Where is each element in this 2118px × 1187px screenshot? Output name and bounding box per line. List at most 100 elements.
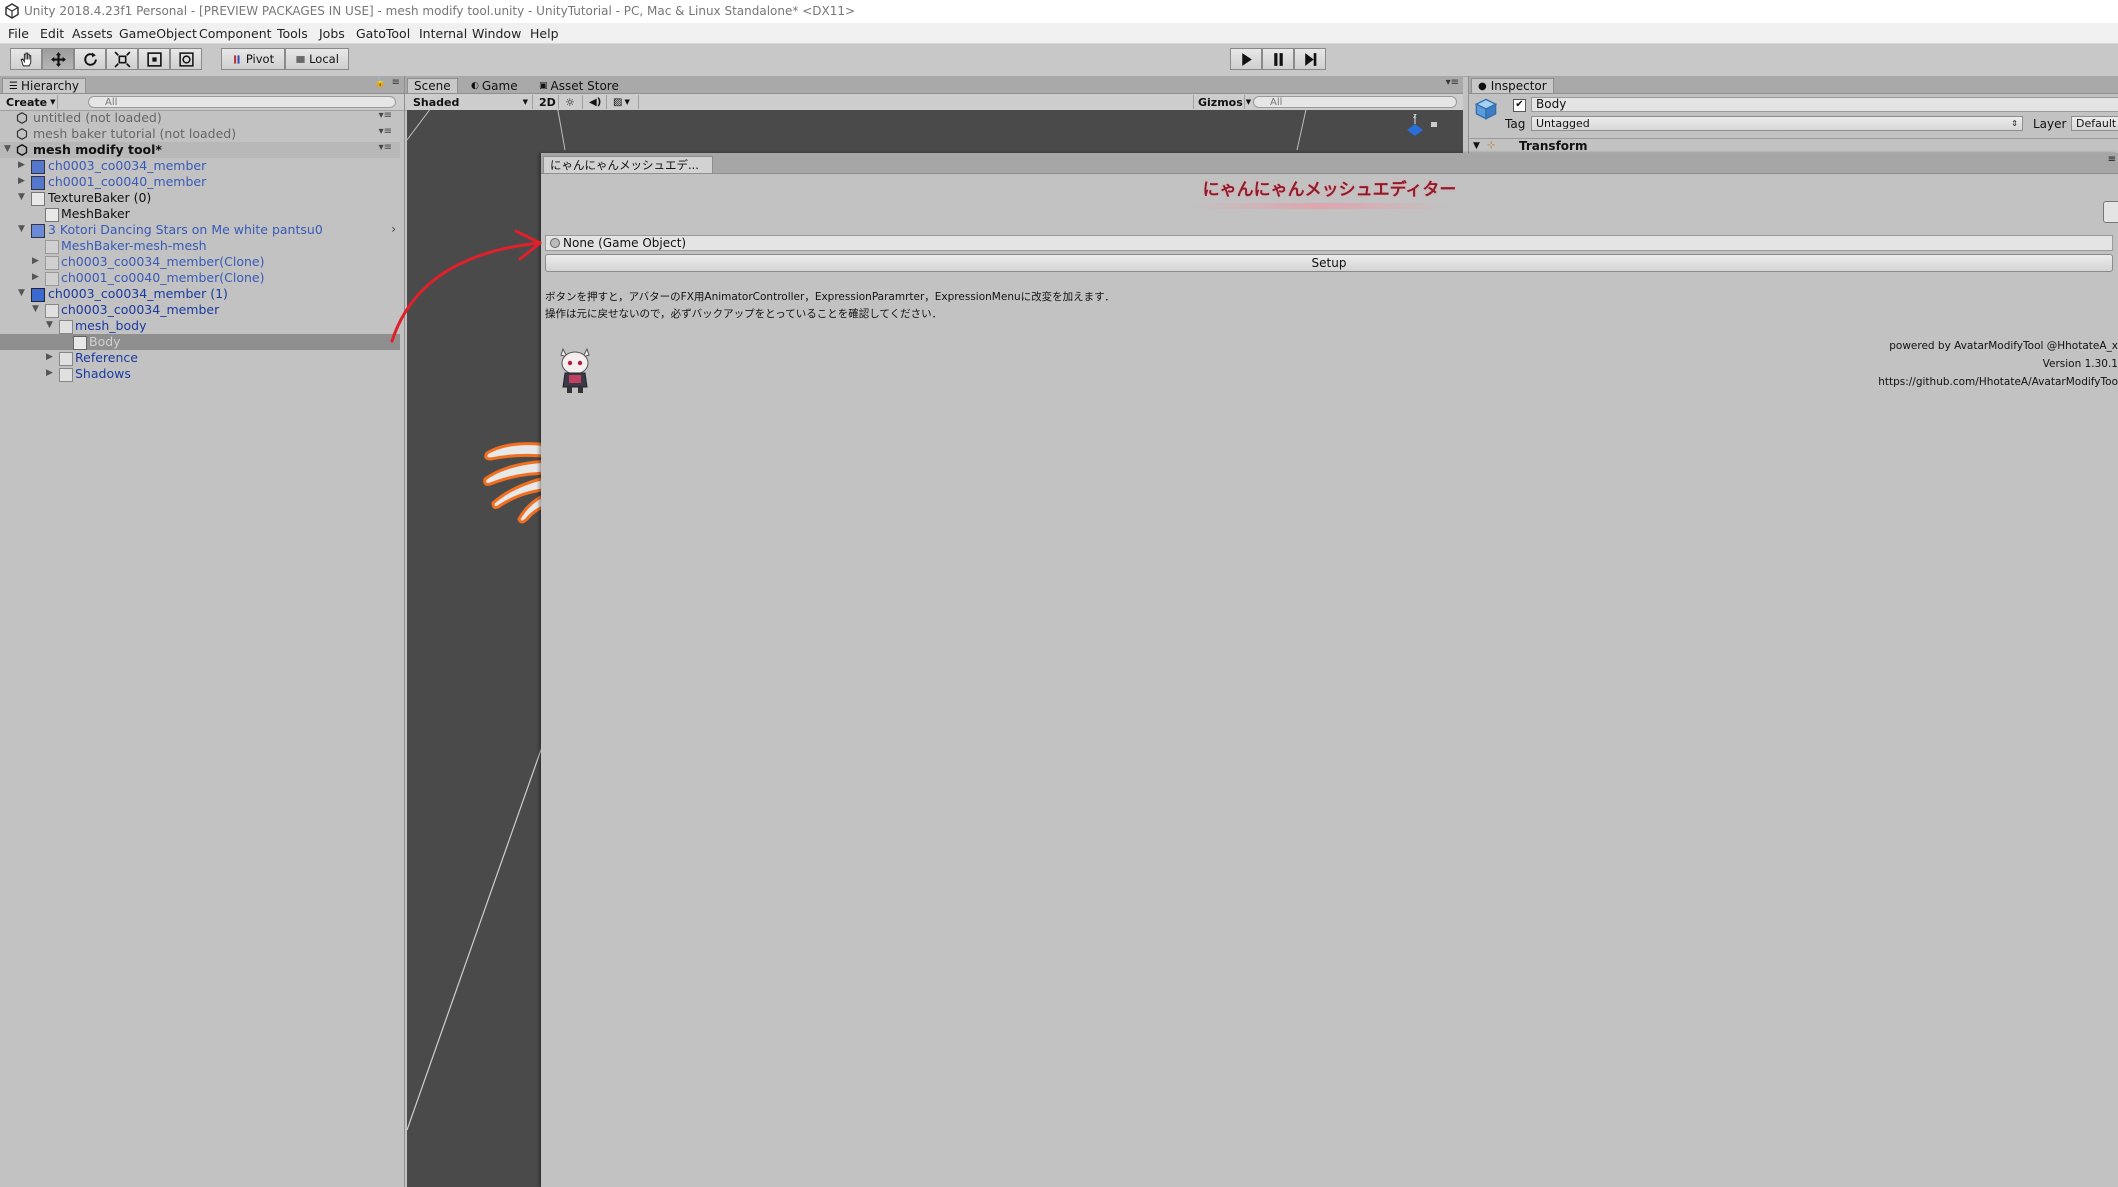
- expand-arrow-icon[interactable]: ▼: [18, 192, 25, 202]
- gameobject-icon: [45, 240, 59, 254]
- collapse-arrow-icon[interactable]: ▶: [32, 272, 39, 282]
- row-menu-icon[interactable]: ▾≡: [379, 110, 392, 121]
- expand-arrow-icon[interactable]: ▼: [4, 144, 11, 154]
- collapse-arrow-icon[interactable]: ▶: [18, 160, 25, 170]
- list-icon: ☰: [9, 80, 18, 92]
- editor-tab-row: にゃんにゃんメッシュエデ... ≡: [541, 153, 2118, 174]
- gameobject-icon: [45, 208, 59, 222]
- row-menu-icon[interactable]: ▾≡: [379, 126, 392, 137]
- tab-scene[interactable]: Scene: [407, 78, 458, 93]
- hierarchy-item-selected[interactable]: Body: [0, 334, 400, 350]
- expand-arrow-icon[interactable]: ▼: [18, 288, 25, 298]
- hierarchy-item[interactable]: MeshBaker: [0, 206, 400, 222]
- rotate-tool-button[interactable]: [74, 48, 106, 70]
- image-icon: ▨: [613, 96, 623, 108]
- transform-tool-button[interactable]: [170, 48, 202, 70]
- dropdown-arrow-icon: ▼: [50, 98, 56, 106]
- effects-dropdown[interactable]: ▨ ▼: [609, 95, 639, 109]
- play-button[interactable]: [1230, 48, 1262, 70]
- lighting-toggle[interactable]: ☼: [561, 95, 583, 109]
- layer-dropdown[interactable]: Default: [2071, 116, 2118, 131]
- menu-jobs[interactable]: Jobs: [319, 26, 345, 41]
- hierarchy-item[interactable]: ▼ TextureBaker (0): [0, 190, 400, 206]
- gameobject-icon: [45, 256, 59, 270]
- hierarchy-item[interactable]: ▶ Shadows: [0, 366, 400, 382]
- expand-arrow-icon[interactable]: ▼: [18, 224, 25, 234]
- pause-button[interactable]: [1262, 48, 1294, 70]
- tab-hierarchy[interactable]: ☰ Hierarchy: [2, 78, 86, 93]
- hierarchy-item[interactable]: ▶ Reference: [0, 350, 400, 366]
- collapse-arrow-icon[interactable]: ▶: [46, 368, 53, 378]
- tab-game[interactable]: ◐ Game: [465, 78, 524, 93]
- hierarchy-item[interactable]: ▶ ch0001_co0040_member(Clone): [0, 270, 400, 286]
- unity-scene-icon: [16, 144, 28, 156]
- menu-assets[interactable]: Assets: [72, 26, 113, 41]
- expand-arrow-icon[interactable]: ▼: [32, 304, 39, 314]
- scene-row-mesh-baker-tutorial[interactable]: mesh baker tutorial (not loaded) ▾≡: [0, 126, 400, 142]
- setup-button[interactable]: Setup: [545, 254, 2113, 272]
- layer-label: Layer: [2033, 117, 2067, 131]
- menu-edit[interactable]: Edit: [40, 26, 64, 41]
- scene-tab-row: Scene ◐ Game ▣ Asset Store ▾≡: [405, 76, 1463, 94]
- local-toggle-button[interactable]: Local: [285, 48, 349, 70]
- tab-asset-store[interactable]: ▣ Asset Store: [533, 78, 625, 93]
- menu-tools[interactable]: Tools: [277, 26, 308, 41]
- menu-gameobject[interactable]: GameObject: [119, 26, 197, 41]
- gizmos-dropdown[interactable]: Gizmos ▼: [1193, 95, 1251, 109]
- panel-menu-icon[interactable]: ≡: [392, 77, 400, 88]
- menu-gatotool[interactable]: GatoTool: [356, 26, 410, 41]
- hierarchy-item[interactable]: ▼ ch0003_co0034_member (1): [0, 286, 400, 302]
- tab-inspector[interactable]: ● Inspector: [1471, 78, 1554, 93]
- step-button[interactable]: [1294, 48, 1326, 70]
- row-menu-icon[interactable]: ▾≡: [379, 142, 392, 153]
- scene-row-mesh-modify-tool[interactable]: ▼ mesh modify tool* ▾≡: [0, 142, 400, 158]
- collapse-arrow-icon[interactable]: ▶: [46, 352, 53, 362]
- create-dropdown[interactable]: Create ▼: [2, 95, 58, 109]
- collapse-arrow-icon[interactable]: ▶: [18, 176, 25, 186]
- window-menu-icon[interactable]: ≡: [2108, 154, 2116, 165]
- menu-help[interactable]: Help: [530, 26, 559, 41]
- shading-mode-dropdown[interactable]: Shaded ▼: [409, 95, 533, 109]
- scale-tool-button[interactable]: [106, 48, 138, 70]
- tab-nyan-mesh-editor[interactable]: にゃんにゃんメッシュエデ...: [543, 156, 713, 173]
- hand-tool-button[interactable]: [10, 48, 42, 70]
- lock-icon[interactable]: 🔒: [375, 78, 386, 88]
- rect-tool-button[interactable]: [138, 48, 170, 70]
- gameobject-icon: [31, 192, 45, 206]
- hierarchy-item[interactable]: ▶ ch0003_co0034_member(Clone): [0, 254, 400, 270]
- expand-arrow-icon[interactable]: ▼: [46, 320, 53, 330]
- panel-menu-icon[interactable]: ▾≡: [1446, 77, 1459, 88]
- gameobject-object-field[interactable]: None (Game Object): [545, 235, 2113, 251]
- menu-window[interactable]: Window: [472, 26, 521, 41]
- menu-internal[interactable]: Internal: [419, 26, 467, 41]
- tag-dropdown[interactable]: Untagged ⇕: [1531, 116, 2023, 131]
- scale-icon: [113, 50, 131, 68]
- object-name-field[interactable]: Body: [1531, 97, 2118, 112]
- move-tool-button[interactable]: [42, 48, 74, 70]
- menu-component[interactable]: Component: [199, 26, 272, 41]
- move-arrows-icon: [50, 51, 66, 67]
- scene-row-untitled[interactable]: untitled (not loaded) ▾≡: [0, 110, 400, 126]
- collapse-arrow-icon[interactable]: ▶: [32, 256, 39, 266]
- hierarchy-item[interactable]: ▶ ch0001_co0040_member: [0, 174, 400, 190]
- inspector-tab-row: ● Inspector: [1469, 76, 2118, 94]
- editor-side-button[interactable]: [2103, 201, 2118, 223]
- pivot-toggle-button[interactable]: Pivot: [221, 48, 285, 70]
- hierarchy-search-input[interactable]: All: [88, 96, 396, 108]
- hierarchy-item[interactable]: ▼ 3 Kotori Dancing Stars on Me white pan…: [0, 222, 400, 238]
- hierarchy-item[interactable]: ▼ ch0003_co0034_member: [0, 302, 400, 318]
- hierarchy-item[interactable]: MeshBaker-mesh-mesh: [0, 238, 400, 254]
- menu-file[interactable]: File: [8, 26, 29, 41]
- active-checkbox[interactable]: ✔: [1513, 99, 1526, 112]
- hierarchy-item[interactable]: ▶ ch0003_co0034_member: [0, 158, 400, 174]
- scene-search-input[interactable]: All: [1253, 96, 1457, 108]
- gameobject-icon: [45, 304, 59, 318]
- tag-label: Tag: [1505, 117, 1526, 131]
- hierarchy-item[interactable]: ▼ mesh_body: [0, 318, 400, 334]
- gameobject-icon: [45, 272, 59, 286]
- audio-toggle[interactable]: ◀): [585, 95, 607, 109]
- repository-link[interactable]: https://github.com/HhotateA/AvatarModify…: [1878, 376, 2118, 388]
- toggle-2d-button[interactable]: 2D: [535, 95, 559, 109]
- mascot-character-icon: [560, 347, 590, 393]
- transform-component-header[interactable]: ▼ ⊹ Transform: [1469, 138, 2118, 154]
